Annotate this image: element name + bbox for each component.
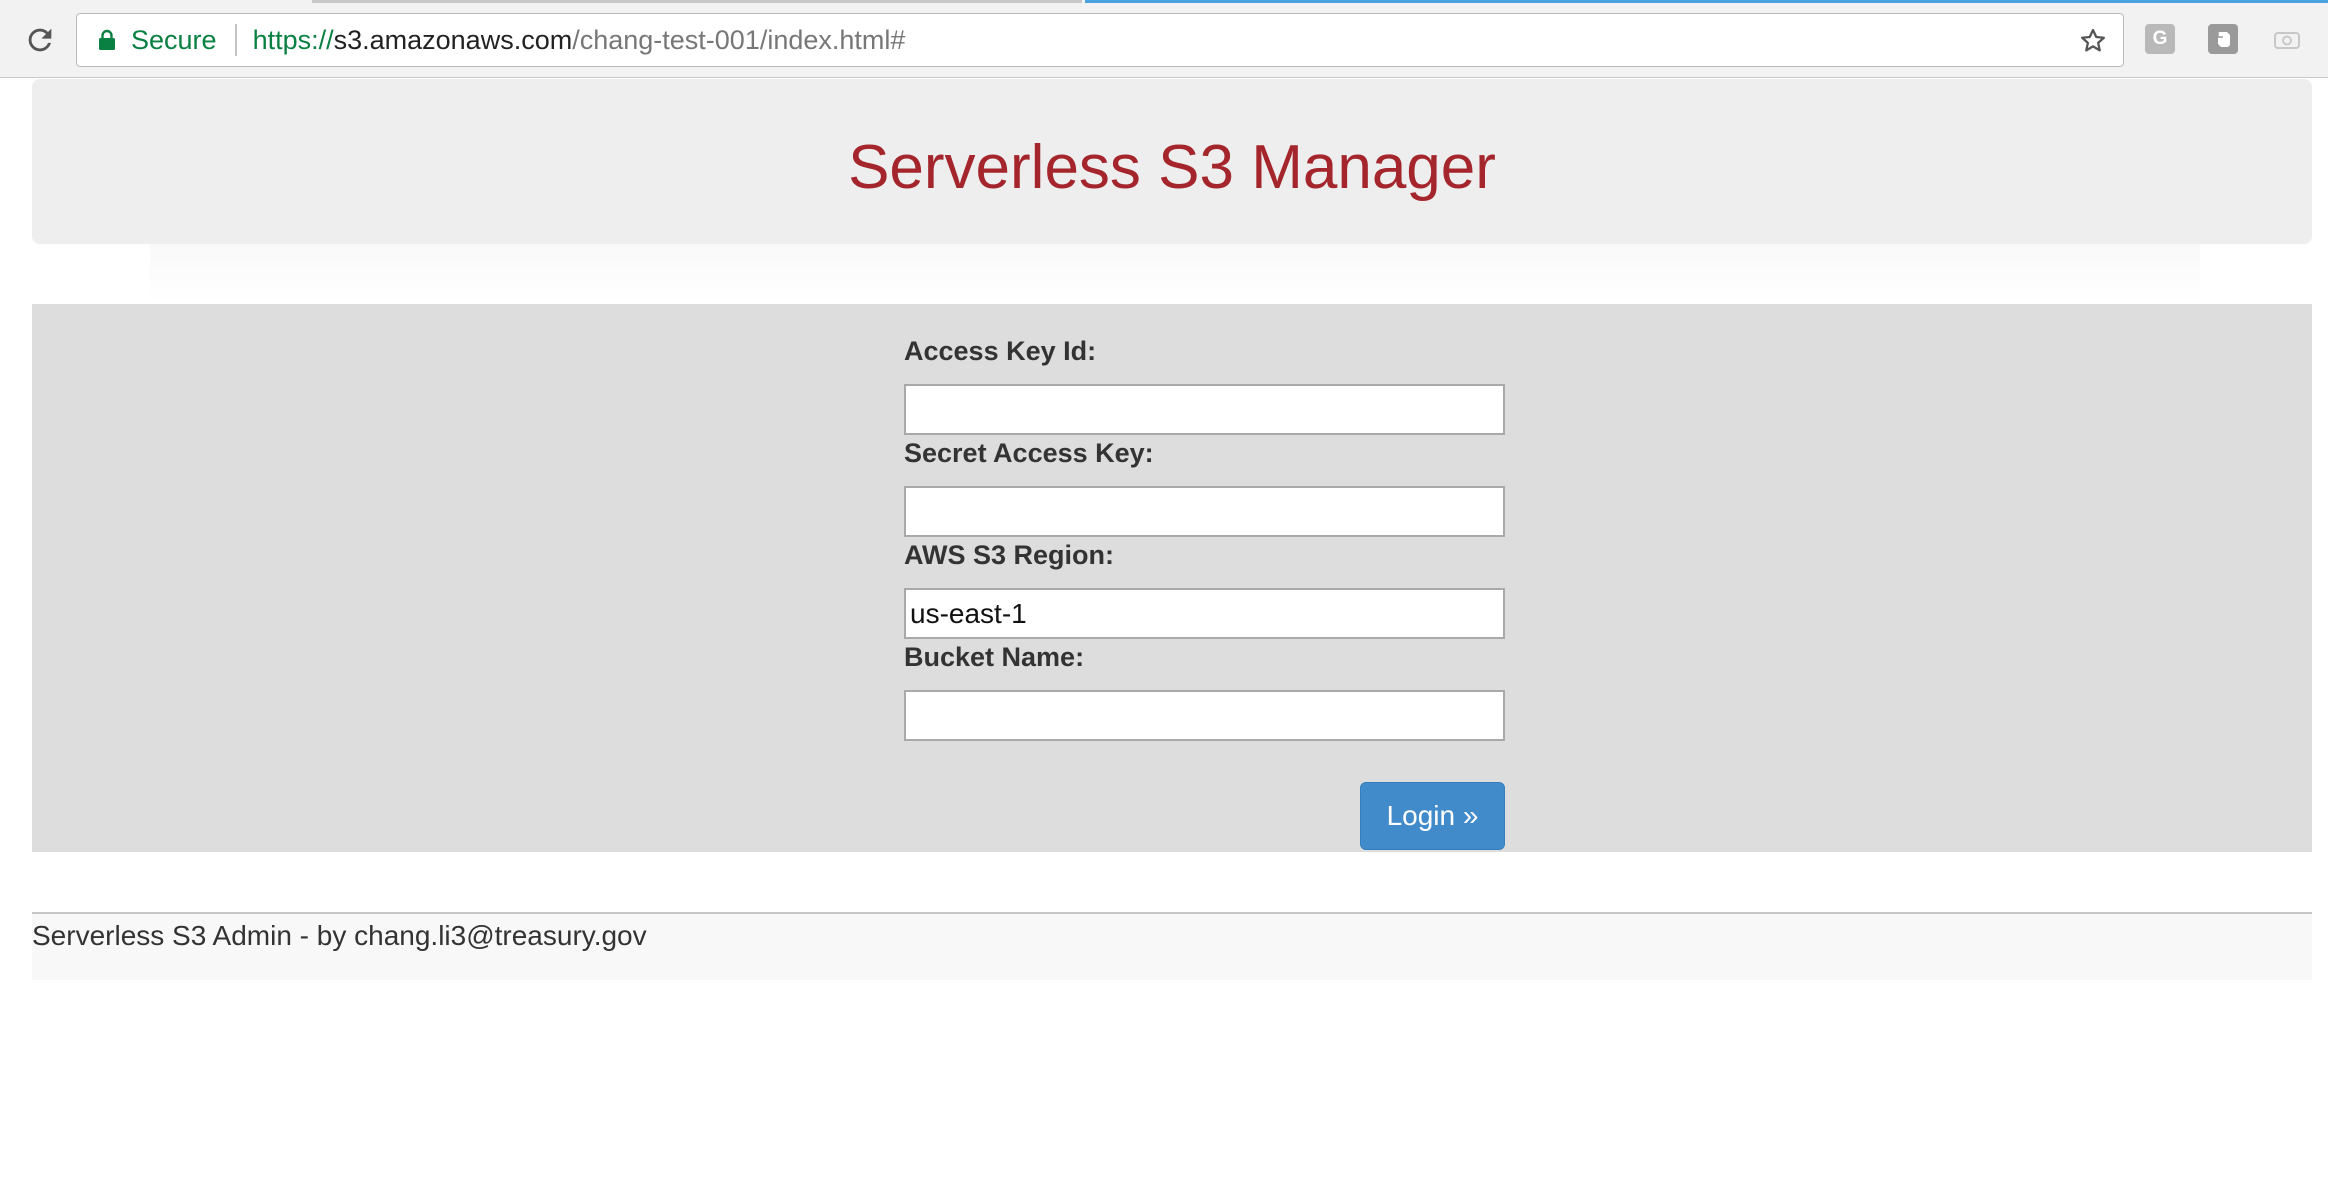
region-input[interactable]	[904, 588, 1505, 639]
header-jumbotron: Serverless S3 Manager	[32, 79, 2312, 244]
bucket-name-input[interactable]	[904, 690, 1505, 741]
login-panel: Access Key Id: Secret Access Key: AWS S3…	[32, 304, 2312, 852]
url-host: s3.amazonaws.com	[333, 24, 573, 55]
url-scheme: https://	[252, 24, 334, 55]
address-bar[interactable]: Secure https://s3.amazonaws.com/chang-te…	[76, 13, 2124, 67]
page-title: Serverless S3 Manager	[848, 133, 1496, 202]
omnibox-divider	[234, 24, 237, 56]
bucket-name-label: Bucket Name:	[904, 642, 1085, 672]
access-key-label: Access Key Id:	[904, 336, 1097, 366]
footer-text: Serverless S3 Admin - by chang.li3@treas…	[32, 920, 647, 951]
active-tab-edge[interactable]	[1085, 0, 2328, 3]
login-button[interactable]: Login »	[1360, 782, 1505, 850]
camera-extension-icon[interactable]	[2272, 24, 2302, 54]
url-text[interactable]: https://s3.amazonaws.com/chang-test-001/…	[253, 25, 906, 56]
header-shadow	[150, 244, 2200, 304]
g-extension-icon[interactable]: G	[2145, 24, 2175, 54]
access-key-input[interactable]	[904, 384, 1505, 435]
secret-key-label: Secret Access Key:	[904, 438, 1154, 468]
lock-icon	[97, 27, 117, 53]
url-path: /chang-test-001/index.html#	[572, 24, 906, 55]
browser-toolbar: Secure https://s3.amazonaws.com/chang-te…	[0, 0, 2328, 78]
region-label: AWS S3 Region:	[904, 540, 1115, 570]
evernote-extension-icon[interactable]	[2208, 24, 2238, 54]
reload-icon[interactable]	[20, 20, 60, 60]
footer: Serverless S3 Admin - by chang.li3@treas…	[32, 914, 2312, 980]
inactive-tab-edge[interactable]	[312, 0, 1082, 3]
bookmark-star-icon[interactable]	[2075, 23, 2111, 59]
secure-label: Secure	[131, 24, 217, 55]
secret-key-input[interactable]	[904, 486, 1505, 537]
